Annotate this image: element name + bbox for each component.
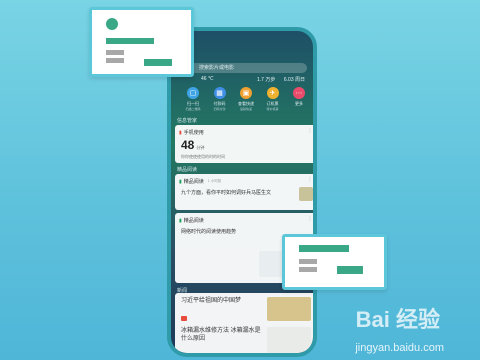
package-icon: ▣ xyxy=(240,87,252,99)
more-vertical-icon[interactable]: ⋮ xyxy=(307,127,313,134)
more-icon: ⋯ xyxy=(293,87,305,99)
shortcut-flight[interactable]: ✈ 订机票 特价机票 xyxy=(261,87,285,111)
shortcut-sub: 扫描二维码 xyxy=(185,107,201,111)
card-header: ▮ 手机使用 xyxy=(179,129,204,137)
watermark-brand: Bai 经验 xyxy=(355,307,440,332)
news-thumbnail xyxy=(267,297,311,321)
card-header: ▮ 精品阅读 xyxy=(179,217,204,225)
more-vertical-icon[interactable]: ⋮ xyxy=(307,176,313,183)
watermark-url: jingyan.baidu.com xyxy=(355,342,444,354)
placeholder-bar xyxy=(299,245,349,252)
qr-icon: ▦ xyxy=(213,87,226,99)
shortcut-row: ▢ 扫一扫 扫描二维码 ▦ 付款码 扫码付款 ▣ 查看快递 追踪快递 ✈ 订机票… xyxy=(181,87,311,111)
avatar-dot xyxy=(106,18,118,30)
usage-unit: 分钟 xyxy=(196,145,205,150)
usage-number: 48 xyxy=(181,138,195,152)
section-reading-title: 精品阅读 xyxy=(177,167,198,173)
scan-icon: ▢ xyxy=(187,87,199,99)
news-thumbnail xyxy=(267,327,311,353)
placeholder-bar xyxy=(106,50,124,55)
card-time: 1 小时前 xyxy=(207,179,222,183)
date-label: 6.03 周日 xyxy=(283,77,305,83)
placeholder-bar xyxy=(106,58,124,63)
search-input[interactable]: ⚲ 搜索影片或电影 xyxy=(185,63,307,73)
card-thumbnail xyxy=(299,187,313,201)
shortcut-package[interactable]: ▣ 查看快递 追踪快递 xyxy=(234,87,258,111)
usage-desc: 你你使使使用的时的时间 xyxy=(181,154,225,159)
shortcut-sub: 追踪快递 xyxy=(239,107,252,111)
reading-icon: ▮ xyxy=(179,217,182,224)
placeholder-bar xyxy=(144,59,172,66)
phone-icon: ▮ xyxy=(179,129,182,136)
step-count: 1.7 万步 xyxy=(257,77,276,83)
section-info-title: 信息管家 xyxy=(177,118,198,124)
usage-value: 48 分钟 xyxy=(181,138,204,152)
shortcut-scan[interactable]: ▢ 扫一扫 扫描二维码 xyxy=(181,87,205,111)
temperature: 46 ℃ xyxy=(201,76,214,82)
phone-usage-card[interactable]: ▮ 手机使用 ⋮ 48 分钟 你你使使使用的时的时间 xyxy=(175,125,313,163)
card-body: 九个方面，看你平时如何调好兵马医生文 xyxy=(181,190,272,196)
card-body: 网络时代的阅读使用趋势 xyxy=(181,229,237,235)
shortcut-sub: 扫码付款 xyxy=(213,107,226,111)
news-card[interactable]: 习近平给祖国的中国梦 冰箱漏水维修方法 冰箱漏水是什么原因 xyxy=(175,293,313,353)
placeholder-bar xyxy=(106,38,154,44)
card-title: 精品阅读 xyxy=(183,218,204,224)
news-badge xyxy=(181,316,187,321)
card-title: 精品阅读 xyxy=(183,179,204,185)
news-title[interactable]: 习近平给祖国的中国梦 xyxy=(181,297,265,305)
plane-icon: ✈ xyxy=(266,87,279,99)
phone-screen: ⚲ 搜索影片或电影 46 ℃ 1.7 万步 6.03 周日 ▢ 扫一扫 扫描二维… xyxy=(171,31,313,353)
shortcut-sub: 特价机票 xyxy=(266,107,279,111)
news-title[interactable]: 冰箱漏水维修方法 冰箱漏水是什么原因 xyxy=(181,327,265,343)
card-header: ▮ 精品阅读 1 小时前 xyxy=(179,178,222,186)
reading-card-1[interactable]: ▮ 精品阅读 1 小时前 ⋮ 九个方面，看你平时如何调好兵马医生文 xyxy=(175,174,313,210)
reading-icon: ▮ xyxy=(179,178,182,185)
search-placeholder: 搜索影片或电影 xyxy=(199,65,235,71)
placeholder-bar xyxy=(299,259,317,264)
more-vertical-icon[interactable]: ⋮ xyxy=(307,215,313,222)
callout-card-top xyxy=(89,7,194,77)
card-title: 手机使用 xyxy=(183,130,204,136)
placeholder-bar xyxy=(299,267,317,272)
shortcut-paycode[interactable]: ▦ 付款码 扫码付款 xyxy=(208,87,232,111)
shortcut-more[interactable]: ⋯ 更多 xyxy=(287,87,311,111)
placeholder-bar xyxy=(337,266,363,274)
shortcut-label: 更多 xyxy=(295,101,303,106)
callout-card-right xyxy=(282,234,387,290)
